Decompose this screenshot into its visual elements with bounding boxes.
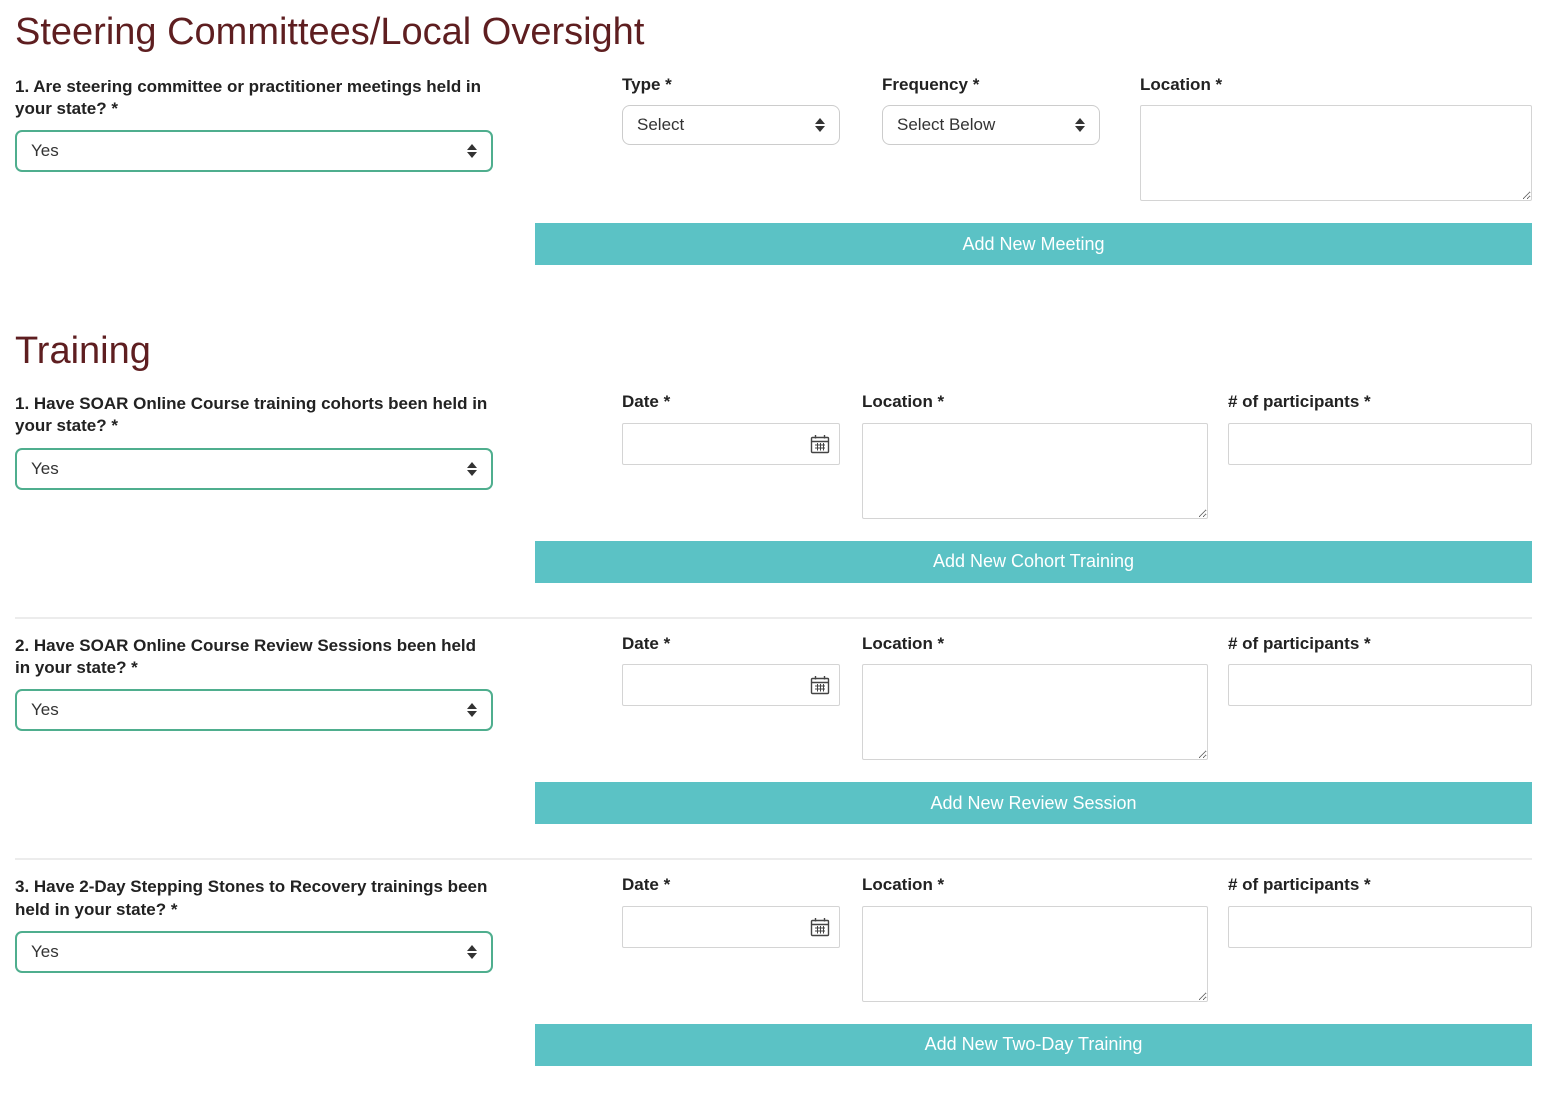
- add-new-review-session-button[interactable]: Add New Review Session: [535, 782, 1532, 825]
- training-question-2-fields: Date * Location * # of participants *: [622, 633, 1532, 761]
- training-question-1-select[interactable]: Yes: [15, 447, 493, 490]
- add-new-cohort-training-button[interactable]: Add New Cohort Training: [535, 540, 1532, 583]
- training-question-3-select[interactable]: Yes: [15, 931, 493, 974]
- select-value: Select Below: [897, 115, 996, 135]
- participants-field: # of participants *: [1228, 876, 1532, 948]
- participants-input[interactable]: [1228, 664, 1532, 707]
- location-textarea[interactable]: [862, 905, 1208, 1002]
- training-question-1-column: 1. Have SOAR Online Course training coho…: [15, 393, 493, 490]
- training-question-2-column: 2. Have SOAR Online Course Review Sessio…: [15, 635, 493, 732]
- location-textarea[interactable]: [862, 422, 1208, 519]
- training-question-3-fields: Date * Location * # of participants *: [622, 876, 1532, 1002]
- location-field: Location *: [862, 876, 1208, 1002]
- location-textarea[interactable]: [1140, 105, 1532, 202]
- frequency-field: Frequency * Select Below: [882, 74, 1100, 146]
- location-field: Location *: [862, 391, 1208, 519]
- date-label: Date *: [622, 391, 671, 411]
- training-question-1-row: 1. Have SOAR Online Course training coho…: [15, 391, 1532, 519]
- date-field: Date *: [622, 633, 840, 707]
- participants-label: # of participants *: [1228, 391, 1371, 411]
- select-value: Yes: [31, 141, 59, 161]
- date-field: Date *: [622, 876, 840, 948]
- training-question-2-label: 2. Have SOAR Online Course Review Sessio…: [15, 635, 477, 677]
- location-label: Location *: [862, 633, 945, 653]
- training-question-3-row: 3. Have 2-Day Stepping Stones to Recover…: [15, 876, 1532, 1002]
- frequency-label: Frequency *: [882, 74, 980, 94]
- location-field: Location *: [862, 633, 1208, 761]
- date-label: Date *: [622, 875, 671, 895]
- date-input[interactable]: [622, 664, 840, 707]
- select-value: Yes: [31, 700, 59, 720]
- steering-question-label: 1. Are steering committee or practitione…: [15, 76, 482, 119]
- date-input[interactable]: [622, 905, 840, 948]
- location-label: Location *: [862, 391, 945, 411]
- training-section-title: Training: [15, 330, 151, 373]
- participants-input[interactable]: [1228, 422, 1532, 465]
- date-field: Date *: [622, 391, 840, 465]
- type-select[interactable]: Select: [622, 105, 840, 146]
- frequency-select[interactable]: Select Below: [882, 105, 1100, 146]
- type-label: Type *: [622, 74, 672, 94]
- location-field: Location *: [1140, 74, 1532, 202]
- location-label: Location *: [1140, 74, 1223, 94]
- up-down-arrows-icon: [815, 118, 825, 133]
- training-question-2-row: 2. Have SOAR Online Course Review Sessio…: [15, 633, 1532, 761]
- form-page: Steering Committees/Local Oversight 1. A…: [0, 0, 1556, 1106]
- calendar-icon[interactable]: [810, 434, 830, 454]
- location-label: Location *: [862, 875, 945, 895]
- date-label: Date *: [622, 633, 671, 653]
- type-field: Type * Select: [622, 74, 840, 146]
- training-question-3-label: 3. Have 2-Day Stepping Stones to Recover…: [15, 877, 488, 919]
- calendar-icon[interactable]: [810, 675, 830, 695]
- steering-question-row: 1. Are steering committee or practitione…: [15, 74, 1532, 202]
- up-down-arrows-icon: [467, 461, 477, 476]
- up-down-arrows-icon: [467, 945, 477, 960]
- participants-input[interactable]: [1228, 905, 1532, 948]
- participants-label: # of participants *: [1228, 633, 1371, 653]
- select-value: Select: [637, 115, 685, 135]
- up-down-arrows-icon: [467, 144, 477, 159]
- up-down-arrows-icon: [467, 703, 477, 718]
- training-question-1-label: 1. Have SOAR Online Course training coho…: [15, 393, 488, 436]
- training-question-1-fields: Date * Location * # of participants *: [622, 391, 1532, 519]
- section-divider: [15, 616, 1532, 619]
- training-question-3-column: 3. Have 2-Day Stepping Stones to Recover…: [15, 876, 493, 974]
- date-input[interactable]: [622, 422, 840, 465]
- add-new-two-day-training-button[interactable]: Add New Two-Day Training: [535, 1023, 1532, 1066]
- steering-question-select[interactable]: Yes: [15, 130, 493, 173]
- up-down-arrows-icon: [1075, 118, 1085, 133]
- steering-question-column: 1. Are steering committee or practitione…: [15, 76, 493, 173]
- steering-fields-row: Type * Select Frequency * Select Below L…: [622, 74, 1532, 202]
- training-question-2-select[interactable]: Yes: [15, 689, 493, 732]
- steering-section-title: Steering Committees/Local Oversight: [15, 11, 645, 53]
- calendar-icon[interactable]: [810, 917, 830, 937]
- select-value: Yes: [31, 942, 59, 962]
- section-divider: [15, 858, 1532, 861]
- add-new-meeting-button[interactable]: Add New Meeting: [535, 223, 1532, 266]
- participants-field: # of participants *: [1228, 633, 1532, 707]
- participants-field: # of participants *: [1228, 391, 1532, 465]
- select-value: Yes: [31, 458, 59, 478]
- location-textarea[interactable]: [862, 664, 1208, 761]
- participants-label: # of participants *: [1228, 875, 1371, 895]
